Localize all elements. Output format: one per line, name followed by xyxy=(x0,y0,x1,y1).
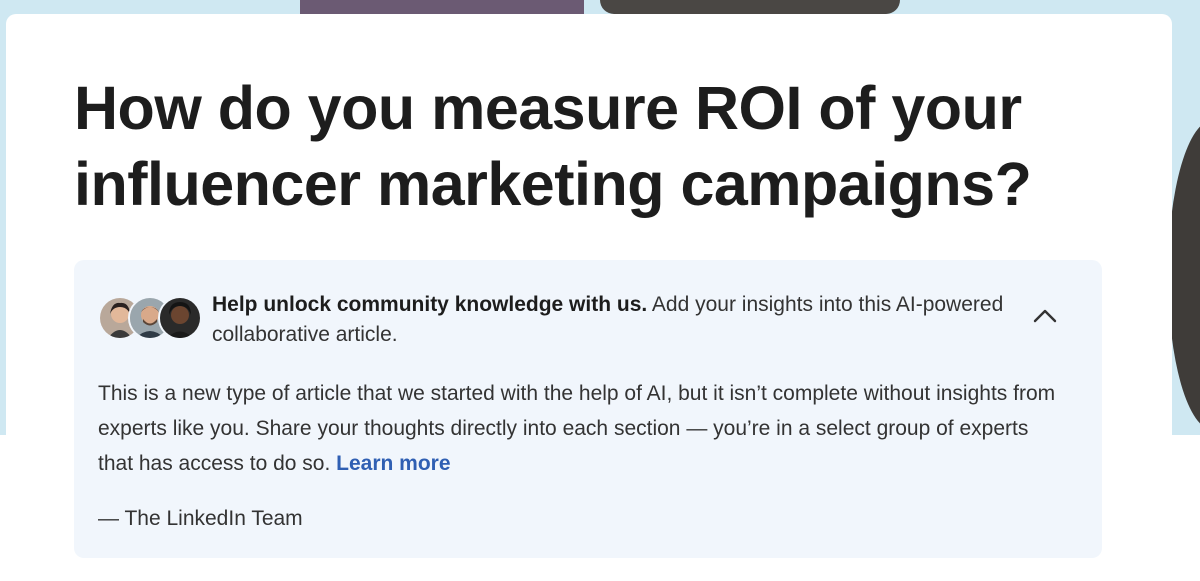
notice-header: Help unlock community knowledge with us.… xyxy=(212,290,1012,350)
page: How do you measure ROI of your influence… xyxy=(0,0,1200,581)
notice-body: This is a new type of article that we st… xyxy=(98,376,1058,481)
learn-more-link[interactable]: Learn more xyxy=(336,452,450,475)
article-title: How do you measure ROI of your influence… xyxy=(74,74,1032,218)
hero-image-segment xyxy=(300,0,584,14)
collaborative-article-notice: Help unlock community knowledge with us.… xyxy=(74,260,1102,558)
hero-image-segment xyxy=(600,0,900,14)
chevron-up-icon xyxy=(1033,309,1057,323)
notice-body-text: This is a new type of article that we st… xyxy=(98,382,1056,475)
notice-header-bold: Help unlock community knowledge with us. xyxy=(212,293,648,316)
collapse-button[interactable] xyxy=(1030,304,1060,328)
avatar xyxy=(158,296,202,340)
contributor-avatars xyxy=(98,296,202,340)
notice-signature: — The LinkedIn Team xyxy=(98,507,303,530)
